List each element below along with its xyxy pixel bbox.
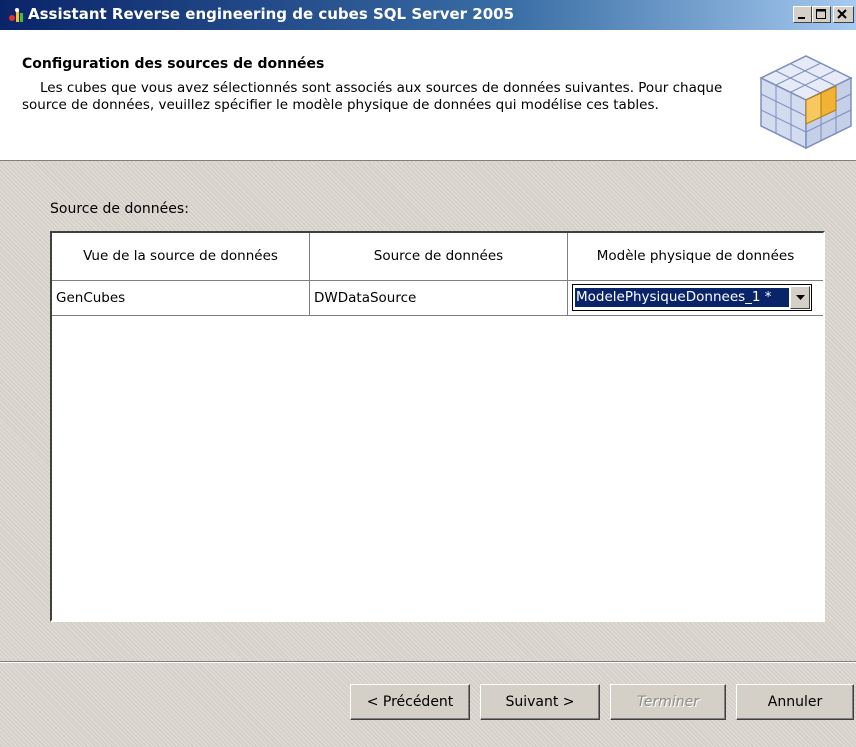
finish-button[interactable]: Terminer [610, 684, 726, 720]
minimize-icon [798, 17, 805, 19]
chevron-down-icon [796, 295, 805, 300]
dropdown-button[interactable] [790, 286, 810, 309]
table-header: Vue de la source de données Source de do… [52, 233, 823, 281]
cube-icon [759, 55, 853, 150]
cell-source[interactable]: DWDataSource [310, 281, 568, 316]
previous-button[interactable]: < Précédent [350, 684, 470, 720]
page-title: Configuration des sources de données [22, 56, 325, 72]
app-icon [9, 8, 23, 22]
close-icon [837, 9, 847, 19]
maximize-icon [816, 9, 826, 19]
data-source-table: Vue de la source de données Source de do… [50, 231, 825, 622]
column-header-source[interactable]: Source de données [310, 233, 568, 281]
column-header-model[interactable]: Modèle physique de données [568, 233, 823, 281]
next-button[interactable]: Suivant > [480, 684, 600, 720]
wizard-window: Assistant Reverse engineering de cubes S… [0, 0, 856, 747]
cell-view[interactable]: GenCubes [52, 281, 310, 316]
physical-model-value: ModelePhysiqueDonnees_1 * [575, 288, 789, 307]
title-bar[interactable]: Assistant Reverse engineering de cubes S… [0, 0, 856, 30]
close-button[interactable] [833, 6, 854, 23]
maximize-button[interactable] [812, 6, 831, 23]
cancel-button[interactable]: Annuler [736, 684, 854, 720]
table-row[interactable]: GenCubes DWDataSource ModelePhysiqueDonn… [52, 281, 823, 316]
column-header-view[interactable]: Vue de la source de données [52, 233, 310, 281]
header-panel: Configuration des sources de données Les… [0, 30, 856, 161]
footer-bar: < Précédent Suivant > Terminer Annuler [0, 661, 856, 747]
physical-model-select[interactable]: ModelePhysiqueDonnees_1 * [572, 284, 812, 311]
page-description: Les cubes que vous avez sélectionnés son… [22, 80, 723, 113]
content-area: Source de données: Vue de la source de d… [0, 161, 856, 661]
minimize-button[interactable] [793, 6, 812, 23]
window-title: Assistant Reverse engineering de cubes S… [28, 5, 515, 23]
data-source-label: Source de données: [50, 201, 189, 217]
